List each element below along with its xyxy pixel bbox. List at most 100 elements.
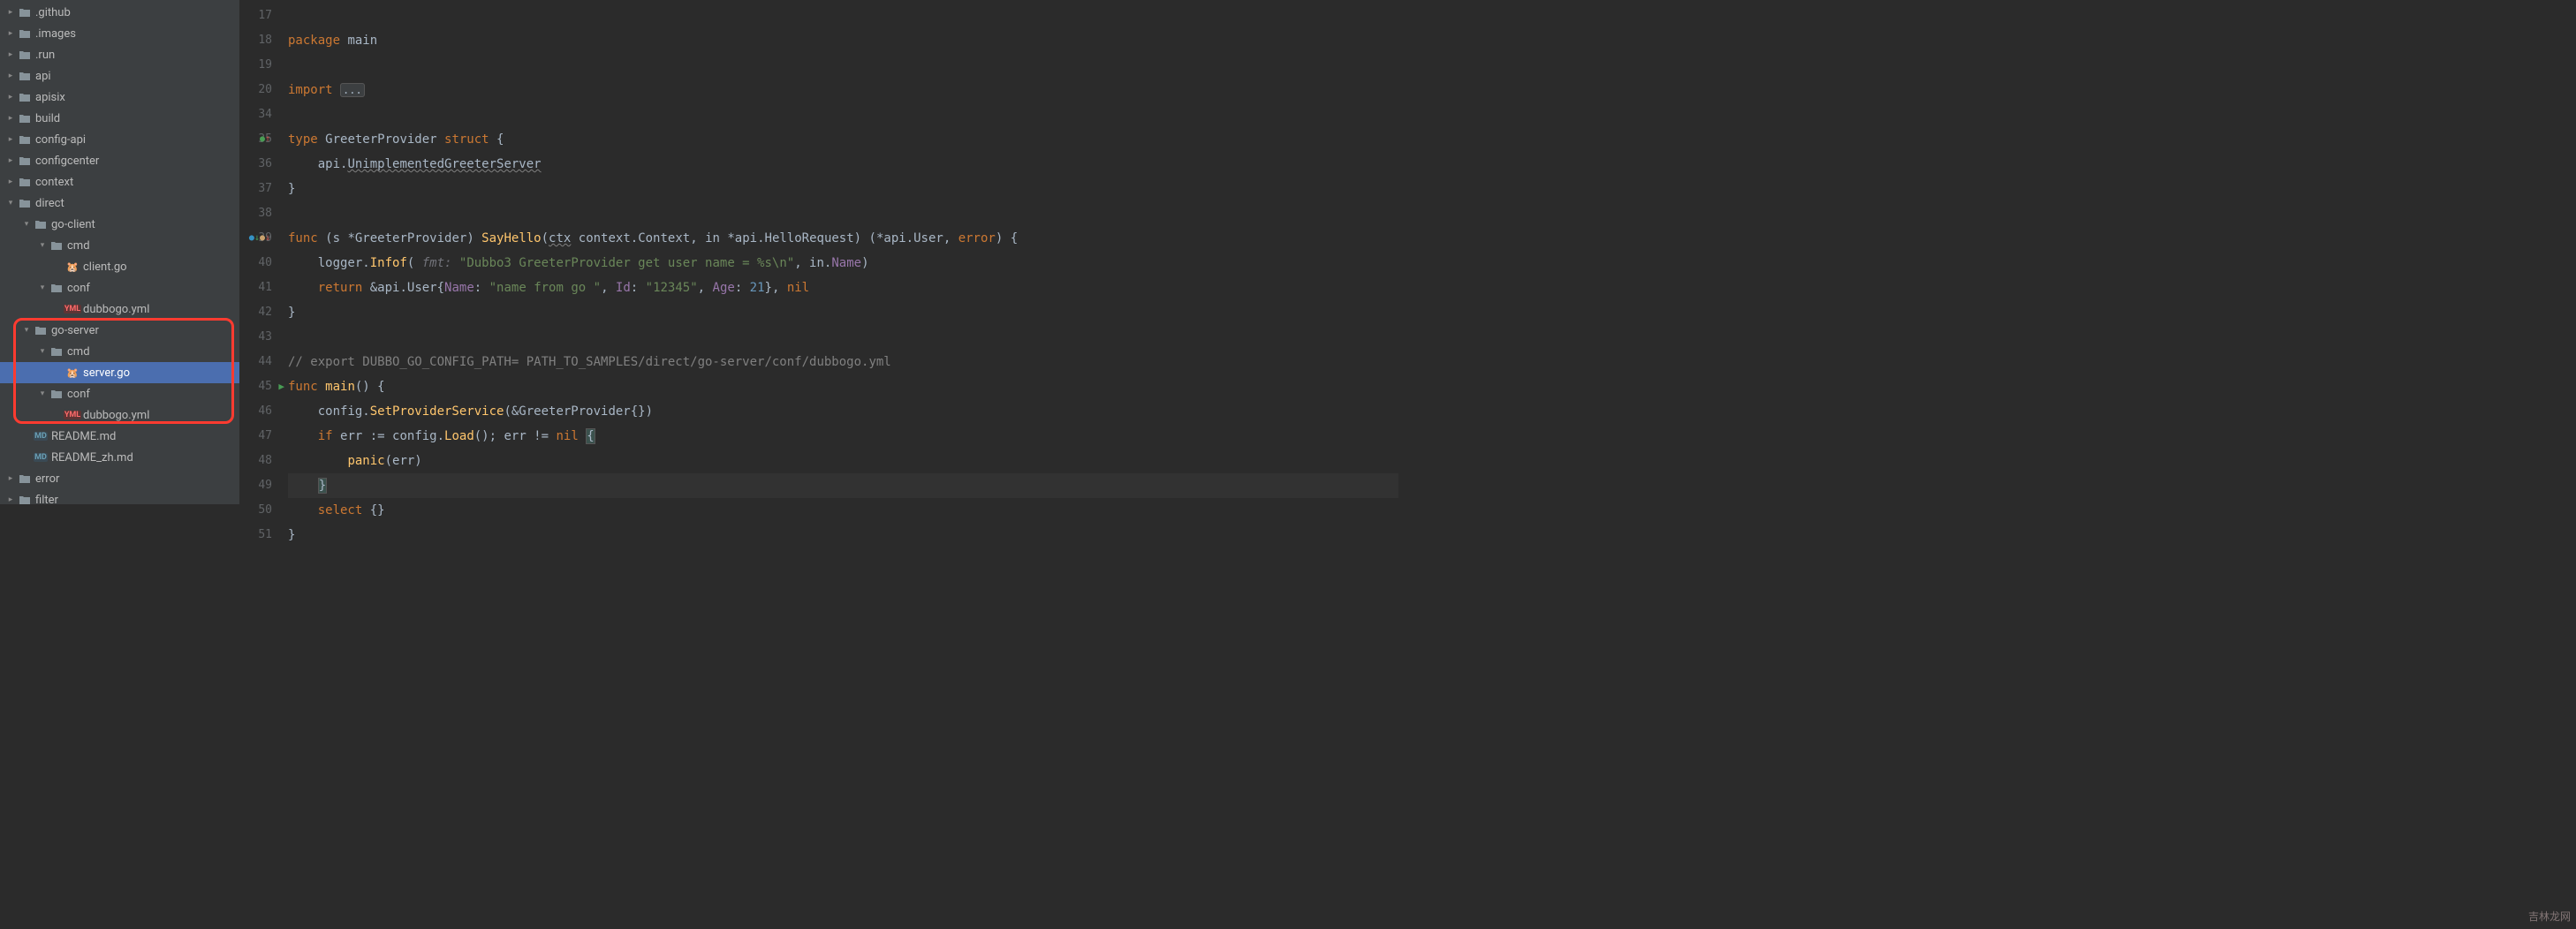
chevron-right-icon[interactable]: ▸ bbox=[5, 135, 16, 144]
chevron-right-icon[interactable]: ▸ bbox=[5, 8, 16, 17]
tree-item-readme-zh-md[interactable]: MDREADME_zh.md bbox=[0, 447, 239, 468]
chevron-down-icon[interactable]: ▾ bbox=[5, 199, 16, 208]
code-line-50[interactable]: select {} bbox=[288, 498, 1398, 523]
gutter-line-35[interactable]: 35●↑ bbox=[239, 127, 272, 152]
tree-item--images[interactable]: ▸.images bbox=[0, 23, 239, 44]
gutter-line-38[interactable]: 38 bbox=[239, 201, 272, 226]
tree-item--github[interactable]: ▸.github bbox=[0, 2, 239, 23]
gutter[interactable]: 171819203435●↑36373839●↓●↓404142434445▶4… bbox=[239, 0, 288, 504]
tree-item-direct[interactable]: ▾direct bbox=[0, 193, 239, 214]
tree-item-client-go[interactable]: 🐹client.go bbox=[0, 256, 239, 277]
folder-icon bbox=[18, 111, 32, 125]
tree-item-server-go[interactable]: 🐹server.go bbox=[0, 362, 239, 383]
tree-item-apisix[interactable]: ▸apisix bbox=[0, 87, 239, 108]
tree-item--run[interactable]: ▸.run bbox=[0, 44, 239, 65]
code-line-47[interactable]: if err := config.Load(); err != nil { bbox=[288, 424, 1398, 449]
chevron-right-icon[interactable]: ▸ bbox=[5, 93, 16, 102]
gutter-line-18[interactable]: 18 bbox=[239, 28, 272, 53]
tree-item-conf[interactable]: ▾conf bbox=[0, 383, 239, 404]
tree-item-dubbogo-yml[interactable]: YMLdubbogo.yml bbox=[0, 298, 239, 320]
code-line-41[interactable]: return &api.User{Name: "name from go ", … bbox=[288, 276, 1398, 300]
token: } bbox=[288, 182, 295, 196]
code-line-34[interactable] bbox=[288, 102, 1398, 127]
gutter-line-42[interactable]: 42 bbox=[239, 300, 272, 325]
tree-item-go-client[interactable]: ▾go-client bbox=[0, 214, 239, 235]
code-line-46[interactable]: config.SetProviderService(&GreeterProvid… bbox=[288, 399, 1398, 424]
gutter-line-45[interactable]: 45▶ bbox=[239, 374, 272, 399]
code-line-40[interactable]: logger.Infof( fmt: "Dubbo3 GreeterProvid… bbox=[288, 251, 1398, 276]
gutter-line-17[interactable]: 17 bbox=[239, 4, 272, 28]
chevron-down-icon[interactable]: ▾ bbox=[21, 220, 32, 229]
token: 21 bbox=[750, 281, 765, 295]
gutter-line-37[interactable]: 37 bbox=[239, 177, 272, 201]
chevron-down-icon[interactable]: ▾ bbox=[37, 283, 48, 292]
code-line-51[interactable]: } bbox=[288, 523, 1398, 548]
gutter-line-20[interactable]: 20 bbox=[239, 78, 272, 102]
tree-item-cmd[interactable]: ▾ cmd bbox=[0, 235, 239, 256]
gutter-line-51[interactable]: 51 bbox=[239, 523, 272, 548]
gutter-line-41[interactable]: 41 bbox=[239, 276, 272, 300]
chevron-down-icon[interactable]: ▾ bbox=[37, 347, 48, 356]
tree-item-error[interactable]: ▸error bbox=[0, 468, 239, 489]
code-line-38[interactable] bbox=[288, 201, 1398, 226]
gutter-line-34[interactable]: 34 bbox=[239, 102, 272, 127]
code-line-45[interactable]: func main() { bbox=[288, 374, 1398, 399]
tree-item-filter[interactable]: ▸filter bbox=[0, 489, 239, 504]
tree-item-conf[interactable]: ▾conf bbox=[0, 277, 239, 298]
token bbox=[288, 479, 318, 493]
gutter-line-19[interactable]: 19 bbox=[239, 53, 272, 78]
gutter-line-49[interactable]: 49 bbox=[239, 473, 272, 498]
code-line-43[interactable] bbox=[288, 325, 1398, 350]
code-line-48[interactable]: panic(err) bbox=[288, 449, 1398, 473]
gutter-line-40[interactable]: 40 bbox=[239, 251, 272, 276]
tree-item-label: cmd bbox=[67, 239, 90, 253]
code-line-20[interactable]: import ... bbox=[288, 78, 1398, 102]
tree-item-configcenter[interactable]: ▸configcenter bbox=[0, 150, 239, 171]
token: Id bbox=[616, 281, 631, 295]
chevron-right-icon[interactable]: ▸ bbox=[5, 495, 16, 504]
chevron-right-icon[interactable]: ▸ bbox=[5, 50, 16, 59]
tree-item-build[interactable]: ▸build bbox=[0, 108, 239, 129]
gutter-line-46[interactable]: 46 bbox=[239, 399, 272, 424]
gutter-line-39[interactable]: 39●↓●↓ bbox=[239, 226, 272, 251]
tree-item-cmd[interactable]: ▾cmd bbox=[0, 341, 239, 362]
gutter-line-48[interactable]: 48 bbox=[239, 449, 272, 473]
code-line-18[interactable]: package main bbox=[288, 28, 1398, 53]
chevron-down-icon[interactable]: ▾ bbox=[37, 241, 48, 250]
chevron-right-icon[interactable]: ▸ bbox=[5, 156, 16, 165]
chevron-right-icon[interactable]: ▸ bbox=[5, 177, 16, 186]
folder-icon bbox=[49, 344, 64, 359]
tree-item-context[interactable]: ▸context bbox=[0, 171, 239, 193]
code-line-49[interactable]: } bbox=[288, 473, 1398, 498]
chevron-right-icon[interactable]: ▸ bbox=[5, 474, 16, 483]
tree-item-dubbogo-yml[interactable]: YMLdubbogo.yml bbox=[0, 404, 239, 426]
chevron-down-icon[interactable]: ▾ bbox=[37, 389, 48, 398]
project-tree[interactable]: ▸.github▸.images▸.run▸api▸apisix▸build▸c… bbox=[0, 0, 239, 504]
gutter-line-36[interactable]: 36 bbox=[239, 152, 272, 177]
code-line-37[interactable]: } bbox=[288, 177, 1398, 201]
tree-item-config-api[interactable]: ▸config-api bbox=[0, 129, 239, 150]
chevron-down-icon[interactable]: ▾ bbox=[21, 326, 32, 335]
code-line-42[interactable]: } bbox=[288, 300, 1398, 325]
code-editor[interactable]: 171819203435●↑36373839●↓●↓404142434445▶4… bbox=[239, 0, 1398, 504]
gutter-line-50[interactable]: 50 bbox=[239, 498, 272, 523]
chevron-right-icon[interactable]: ▸ bbox=[5, 72, 16, 80]
code-line-44[interactable]: // export DUBBO_GO_CONFIG_PATH= PATH_TO_… bbox=[288, 350, 1398, 374]
chevron-right-icon[interactable]: ▸ bbox=[5, 114, 16, 123]
tree-item-go-server[interactable]: ▾go-server bbox=[0, 320, 239, 341]
tree-item-readme-md[interactable]: MDREADME.md bbox=[0, 426, 239, 447]
chevron-right-icon[interactable]: ▸ bbox=[5, 29, 16, 38]
code-line-35[interactable]: type GreeterProvider struct { bbox=[288, 127, 1398, 152]
gutter-line-47[interactable]: 47 bbox=[239, 424, 272, 449]
gutter-line-43[interactable]: 43 bbox=[239, 325, 272, 350]
code-area[interactable]: package main import ... type GreeterProvid… bbox=[288, 0, 1398, 504]
code-line-19[interactable] bbox=[288, 53, 1398, 78]
gutter-line-44[interactable]: 44 bbox=[239, 350, 272, 374]
code-line-39[interactable]: func (s *GreeterProvider) SayHello(ctx c… bbox=[288, 226, 1398, 251]
run-icon[interactable]: ▶ bbox=[278, 374, 284, 399]
gutter-mark-icon: ↓ bbox=[265, 233, 270, 243]
code-line-36[interactable]: api.UnimplementedGreeterServer bbox=[288, 152, 1398, 177]
tree-item-api[interactable]: ▸api bbox=[0, 65, 239, 87]
code-line-17[interactable] bbox=[288, 4, 1398, 28]
token: func bbox=[288, 380, 325, 394]
